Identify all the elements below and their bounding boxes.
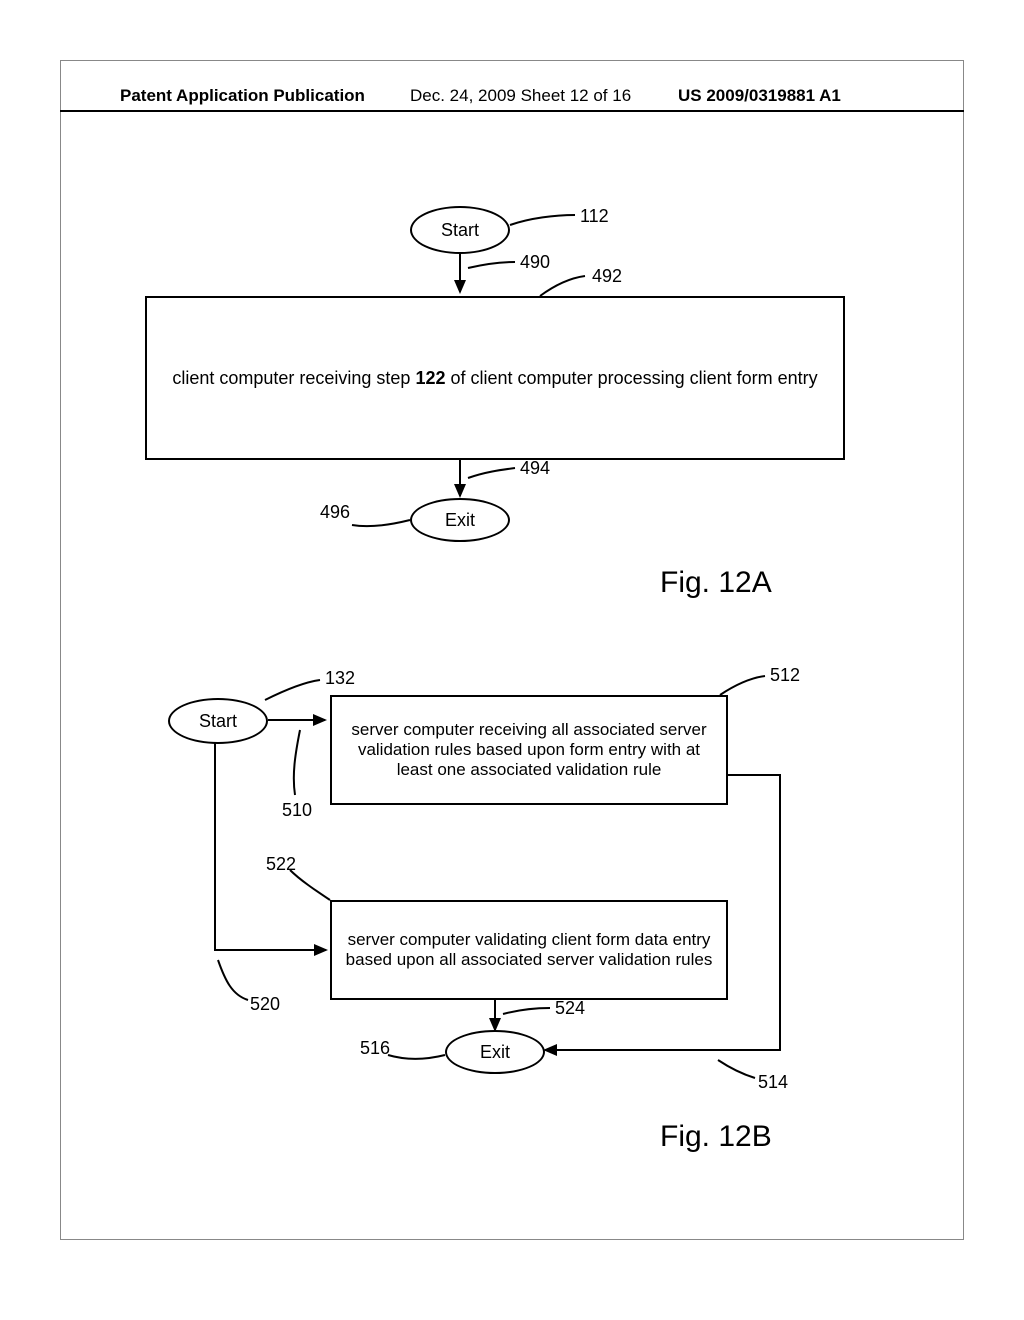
exit-label-12b: Exit — [480, 1042, 510, 1063]
fig-12b-caption: Fig. 12B — [660, 1120, 772, 1154]
exit-oval-12b: Exit — [445, 1030, 545, 1074]
box-12a-post: of client computer processing client for… — [446, 368, 818, 388]
ref-132: 132 — [325, 668, 355, 689]
ref-494: 494 — [520, 458, 550, 479]
start-label-12b: Start — [199, 711, 237, 732]
ref-514: 514 — [758, 1072, 788, 1093]
box2-12b-text: server computer validating client form d… — [342, 930, 716, 970]
box-12a: client computer receiving step 122 of cl… — [145, 296, 845, 460]
fig-12a-caption: Fig. 12A — [660, 566, 772, 600]
box-12a-text: client computer receiving step 122 of cl… — [172, 368, 817, 389]
ref-112: 112 — [580, 206, 609, 227]
ref-522: 522 — [266, 854, 296, 875]
box1-12b-text: server computer receiving all associated… — [342, 720, 716, 780]
box2-12b: server computer validating client form d… — [330, 900, 728, 1000]
ref-496: 496 — [320, 502, 350, 523]
diagram-canvas: Start 112 490 492 client computer receiv… — [0, 0, 1024, 1320]
box1-12b: server computer receiving all associated… — [330, 695, 728, 805]
box-12a-pre: client computer receiving step — [172, 368, 415, 388]
ref-490: 490 — [520, 252, 550, 273]
exit-label-12a: Exit — [445, 510, 475, 531]
exit-oval-12a: Exit — [410, 498, 510, 542]
ref-492: 492 — [592, 266, 622, 287]
ref-512: 512 — [770, 665, 800, 686]
ref-510: 510 — [282, 800, 312, 821]
box-12a-bold: 122 — [415, 368, 445, 388]
connector-lines — [0, 0, 1024, 1320]
start-oval-12a: Start — [410, 206, 510, 254]
start-oval-12b: Start — [168, 698, 268, 744]
start-label-12a: Start — [441, 220, 479, 241]
ref-524: 524 — [555, 998, 585, 1019]
ref-516: 516 — [360, 1038, 390, 1059]
ref-520: 520 — [250, 994, 280, 1015]
